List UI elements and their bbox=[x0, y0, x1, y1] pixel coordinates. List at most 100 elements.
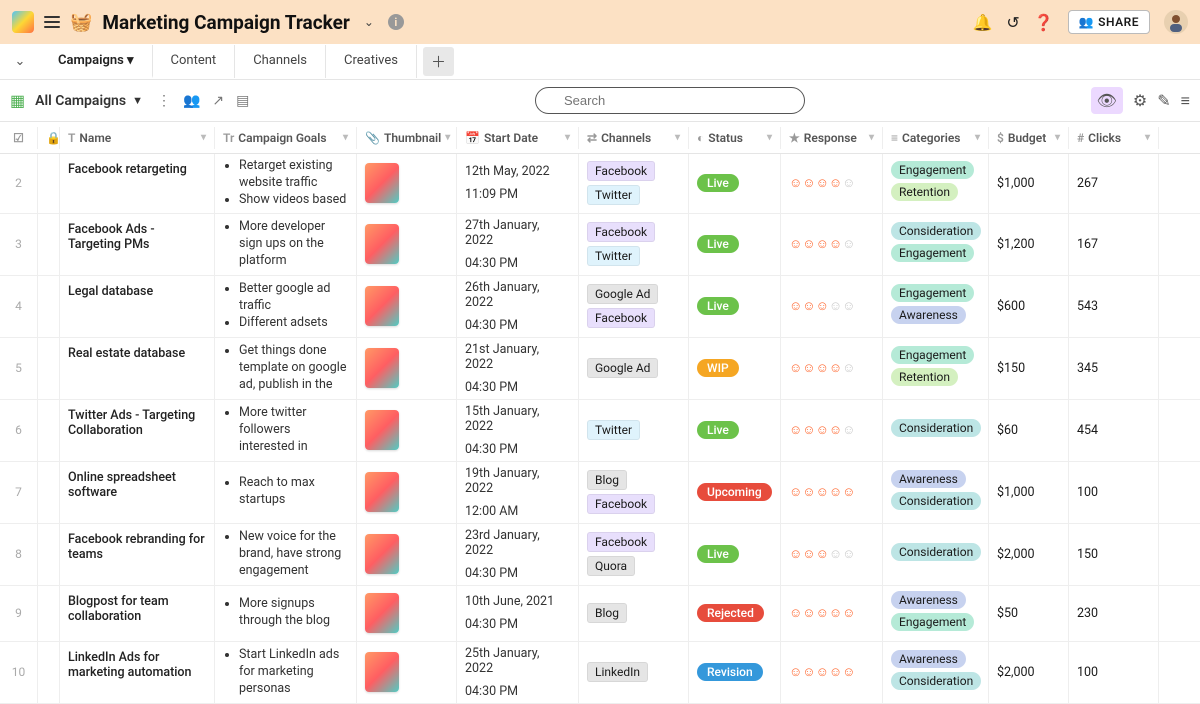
notifications-icon[interactable]: 🔔 bbox=[972, 13, 992, 32]
channel-chip[interactable]: Twitter bbox=[587, 246, 640, 266]
cell-name[interactable]: Real estate database bbox=[60, 338, 215, 399]
cell-clicks[interactable]: 230 bbox=[1069, 586, 1159, 641]
cell-response[interactable]: ☺☺☺☺☺ bbox=[781, 338, 883, 399]
cell-budget[interactable]: $150 bbox=[989, 338, 1069, 399]
cell-categories[interactable]: EngagementAwareness bbox=[883, 276, 989, 337]
cell-categories[interactable]: ConsiderationEngagement bbox=[883, 214, 989, 275]
cell-budget[interactable]: $1,200 bbox=[989, 214, 1069, 275]
cell-status[interactable]: Upcoming bbox=[689, 462, 781, 523]
cell-name[interactable]: Blogpost for team collaboration bbox=[60, 586, 215, 641]
cell-channels[interactable]: Blog Facebook bbox=[579, 462, 689, 523]
more-icon[interactable]: ⋮ bbox=[157, 93, 171, 109]
cell-goals[interactable]: Retarget existing website trafficShow vi… bbox=[215, 154, 357, 213]
cell-status[interactable]: Rejected bbox=[689, 586, 781, 641]
cell-response[interactable]: ☺☺☺☺☺ bbox=[781, 462, 883, 523]
channel-chip[interactable]: Facebook bbox=[587, 308, 655, 328]
col-name[interactable]: TName▾ bbox=[60, 127, 215, 149]
category-chip[interactable]: Consideration bbox=[891, 492, 981, 510]
cell-categories[interactable]: Consideration bbox=[883, 524, 989, 585]
cell-name[interactable]: Facebook retargeting bbox=[60, 154, 215, 213]
cell-response[interactable]: ☺☺☺☺☺ bbox=[781, 276, 883, 337]
category-chip[interactable]: Consideration bbox=[891, 222, 981, 240]
cell-budget[interactable]: $50 bbox=[989, 586, 1069, 641]
cell-response[interactable]: ☺☺☺☺☺ bbox=[781, 524, 883, 585]
checkbox-icon[interactable]: ☑ bbox=[13, 131, 24, 145]
cell-name[interactable]: Facebook Ads - Targeting PMs bbox=[60, 214, 215, 275]
cell-date[interactable]: 19th January, 202212:00 AM bbox=[457, 462, 579, 523]
card-view-icon[interactable]: ▤ bbox=[236, 93, 249, 109]
cell-clicks[interactable]: 100 bbox=[1069, 462, 1159, 523]
cell-categories[interactable]: Awareness Consideration bbox=[883, 462, 989, 523]
cell-date[interactable]: 10th June, 202104:30 PM bbox=[457, 586, 579, 641]
cell-name[interactable]: Online spreadsheet software bbox=[60, 462, 215, 523]
cell-date[interactable]: 21st January, 202204:30 PM bbox=[457, 338, 579, 399]
category-chip[interactable]: Retention bbox=[891, 368, 958, 386]
view-selector[interactable]: All Campaigns ▼ bbox=[35, 93, 143, 109]
col-budget[interactable]: $Budget▾ bbox=[989, 127, 1069, 149]
channel-chip[interactable]: Blog bbox=[587, 603, 627, 623]
cell-categories[interactable]: EngagementRetention bbox=[883, 338, 989, 399]
cell-status[interactable]: Live bbox=[689, 276, 781, 337]
tab-creatives[interactable]: Creatives bbox=[326, 45, 417, 78]
title-dropdown-icon[interactable]: ⌄ bbox=[364, 15, 374, 29]
add-tab-button[interactable]: ＋ bbox=[423, 47, 454, 76]
help-icon[interactable]: ❓ bbox=[1034, 13, 1054, 32]
cell-response[interactable]: ☺☺☺☺☺ bbox=[781, 154, 883, 213]
filter-icon[interactable]: ≡ bbox=[1181, 91, 1190, 111]
table-row[interactable]: 3 Facebook Ads - Targeting PMs More deve… bbox=[0, 214, 1200, 276]
channel-chip[interactable]: Facebook bbox=[587, 494, 655, 514]
channel-chip[interactable]: Quora bbox=[587, 556, 635, 576]
cell-channels[interactable]: LinkedIn bbox=[579, 642, 689, 703]
cell-channels[interactable]: Google Ad bbox=[579, 338, 689, 399]
cell-channels[interactable]: Blog bbox=[579, 586, 689, 641]
user-avatar[interactable] bbox=[1164, 10, 1188, 34]
cell-status[interactable]: Live bbox=[689, 524, 781, 585]
info-icon[interactable]: i bbox=[388, 14, 404, 30]
cell-goals[interactable]: More signups through the blog bbox=[215, 586, 357, 641]
channel-chip[interactable]: Facebook bbox=[587, 161, 655, 181]
cell-goals[interactable]: New voice for the brand, have strong eng… bbox=[215, 524, 357, 585]
cell-clicks[interactable]: 167 bbox=[1069, 214, 1159, 275]
workspace-icon[interactable]: 🧺 bbox=[70, 12, 92, 33]
category-chip[interactable]: Engagement bbox=[891, 613, 974, 631]
cell-thumbnail[interactable] bbox=[357, 462, 457, 523]
visibility-icon[interactable]: 👁 bbox=[1091, 87, 1123, 114]
cell-thumbnail[interactable] bbox=[357, 400, 457, 461]
col-clicks[interactable]: #Clicks▾ bbox=[1069, 127, 1159, 149]
cell-date[interactable]: 25th January, 202204:30 PM bbox=[457, 642, 579, 703]
cell-goals[interactable]: Start LinkedIn ads for marketing persona… bbox=[215, 642, 357, 703]
collaborators-icon[interactable]: 👥 bbox=[183, 93, 200, 109]
category-chip[interactable]: Engagement bbox=[891, 161, 974, 179]
table-row[interactable]: 2 Facebook retargeting Retarget existing… bbox=[0, 154, 1200, 214]
table-row[interactable]: 6 Twitter Ads - Targeting Collaboration … bbox=[0, 400, 1200, 462]
col-response[interactable]: ★Response▾ bbox=[781, 127, 883, 149]
cell-response[interactable]: ☺☺☺☺☺ bbox=[781, 214, 883, 275]
cell-date[interactable]: 12th May, 202211:09 PM bbox=[457, 154, 579, 213]
tab-campaigns[interactable]: Campaigns ▾ bbox=[40, 45, 153, 78]
table-row[interactable]: 5 Real estate database Get things done t… bbox=[0, 338, 1200, 400]
channel-chip[interactable]: Twitter bbox=[587, 185, 640, 205]
cell-response[interactable]: ☺☺☺☺☺ bbox=[781, 400, 883, 461]
category-chip[interactable]: Consideration bbox=[891, 419, 981, 437]
category-chip[interactable]: Retention bbox=[891, 183, 958, 201]
cell-name[interactable]: LinkedIn Ads for marketing automation bbox=[60, 642, 215, 703]
cell-thumbnail[interactable] bbox=[357, 524, 457, 585]
cell-name[interactable]: Twitter Ads - Targeting Collaboration bbox=[60, 400, 215, 461]
channel-chip[interactable]: Blog bbox=[587, 470, 627, 490]
cell-categories[interactable]: Engagement Retention bbox=[883, 154, 989, 213]
category-chip[interactable]: Awareness bbox=[891, 306, 966, 324]
share-button[interactable]: 👥 SHARE bbox=[1068, 10, 1150, 34]
channel-chip[interactable]: Google Ad bbox=[587, 284, 658, 304]
cell-date[interactable]: 27th January, 202204:30 PM bbox=[457, 214, 579, 275]
cell-goals[interactable]: More developer sign ups on the platform bbox=[215, 214, 357, 275]
col-status[interactable]: ◐Status▾ bbox=[689, 127, 781, 149]
cell-budget[interactable]: $1,000 bbox=[989, 154, 1069, 213]
table-row[interactable]: 9 Blogpost for team collaboration More s… bbox=[0, 586, 1200, 642]
col-categories[interactable]: ≡Categories▾ bbox=[883, 127, 989, 149]
category-chip[interactable]: Awareness bbox=[891, 470, 966, 488]
search-input[interactable] bbox=[535, 87, 805, 114]
channel-chip[interactable]: Facebook bbox=[587, 222, 655, 242]
col-goals[interactable]: TrCampaign Goals▾ bbox=[215, 127, 357, 149]
table-row[interactable]: 10 LinkedIn Ads for marketing automation… bbox=[0, 642, 1200, 704]
channel-chip[interactable]: Facebook bbox=[587, 532, 655, 552]
